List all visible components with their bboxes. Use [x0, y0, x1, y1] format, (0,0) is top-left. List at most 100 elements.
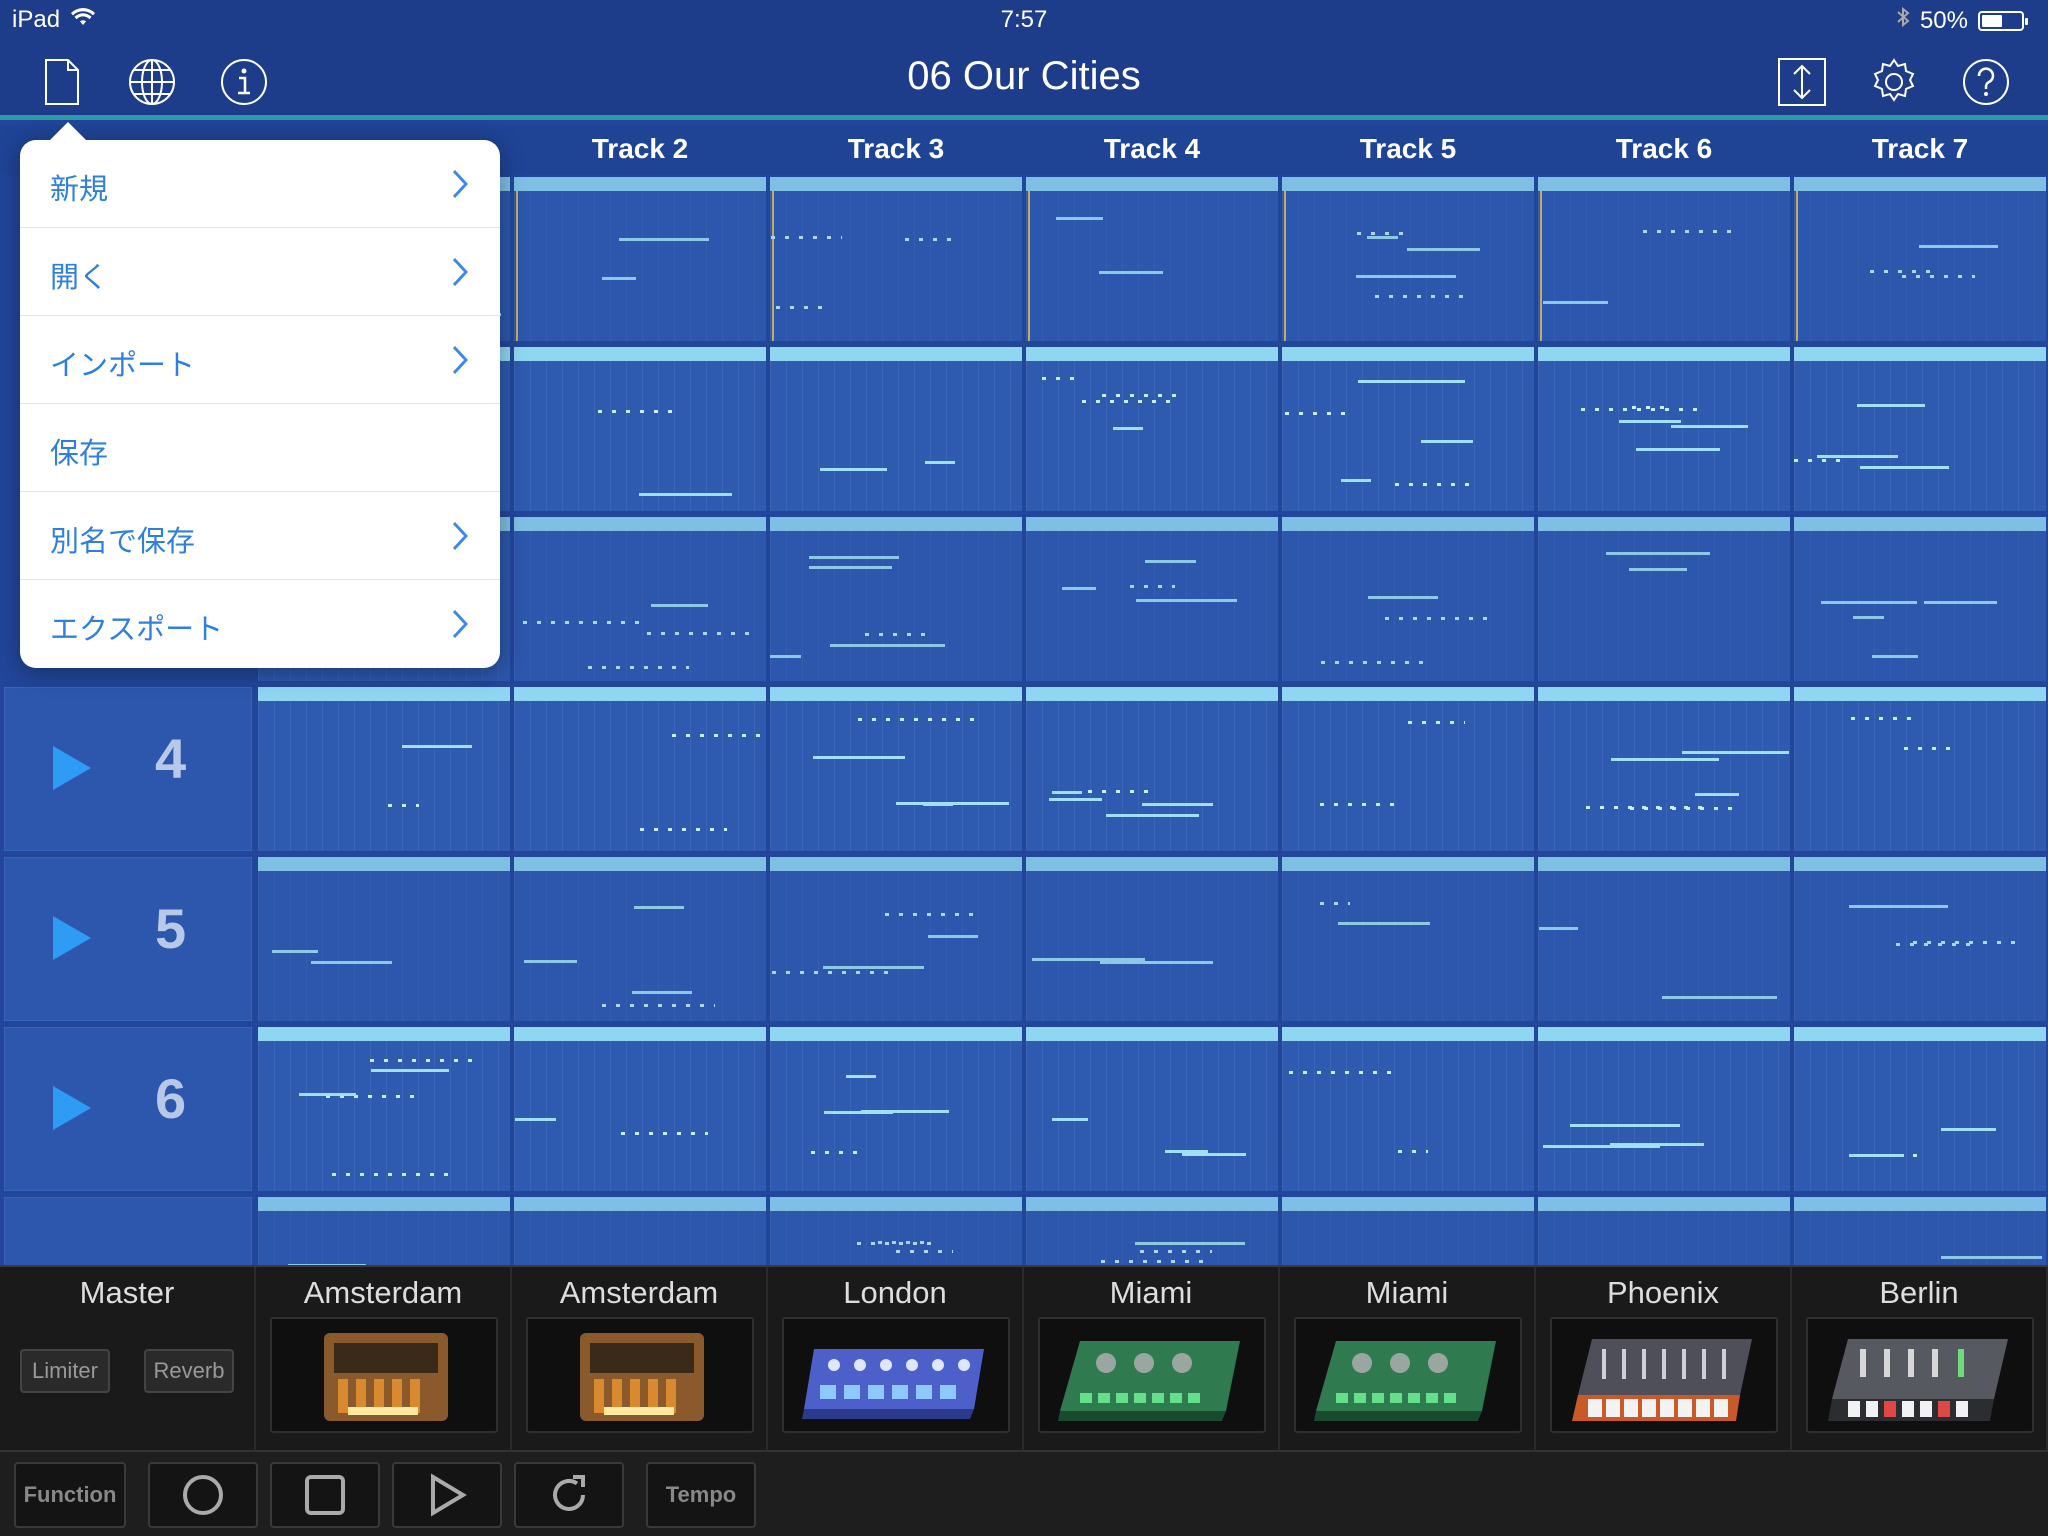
- note: [1821, 601, 1917, 604]
- note: [1145, 560, 1196, 563]
- limiter-button[interactable]: Limiter: [20, 1349, 110, 1393]
- clip-cell[interactable]: [1282, 347, 1534, 511]
- track-header-5[interactable]: Track 5: [1280, 133, 1536, 165]
- note-sequence: [1130, 585, 1175, 588]
- menu-item-new[interactable]: 新規: [20, 140, 500, 228]
- gear-icon[interactable]: [1868, 56, 1920, 108]
- menu-item-export[interactable]: エクスポート: [20, 580, 500, 668]
- instrument-channel[interactable]: Amsterdam: [512, 1267, 768, 1452]
- clip-cell[interactable]: [1538, 347, 1790, 511]
- instrument-name: London: [843, 1275, 947, 1310]
- instrument-channel[interactable]: Berlin: [1792, 1267, 2048, 1452]
- clip-cell[interactable]: [1538, 517, 1790, 681]
- clip-cell[interactable]: [1026, 347, 1278, 511]
- clip-grid-lines: [770, 361, 1022, 511]
- tempo-button[interactable]: Tempo: [646, 1462, 756, 1528]
- track-header-2[interactable]: Track 2: [512, 133, 768, 165]
- clip-cell[interactable]: [514, 177, 766, 341]
- clip-cell[interactable]: [1026, 177, 1278, 341]
- instrument-name: Miami: [1365, 1275, 1449, 1310]
- clip-cell[interactable]: [770, 347, 1022, 511]
- instrument-thumbnail[interactable]: [1550, 1317, 1778, 1433]
- clip-cell[interactable]: [1794, 347, 2046, 511]
- instrument-channel[interactable]: London: [768, 1267, 1024, 1452]
- clip-grid-lines: [514, 531, 766, 681]
- clip-cell[interactable]: [1282, 517, 1534, 681]
- chevron-right-icon: [452, 345, 469, 375]
- scene-row: 6: [0, 1025, 2048, 1193]
- scene-button[interactable]: 5: [4, 857, 252, 1021]
- instrument-thumbnail[interactable]: [1806, 1317, 2034, 1433]
- note: [1924, 601, 1997, 604]
- note: [1919, 245, 1998, 248]
- clip-header-bar: [1282, 177, 1534, 191]
- menu-item-import[interactable]: インポート: [20, 316, 500, 404]
- clip-header-bar: [1026, 177, 1278, 191]
- scene-button[interactable]: 4: [4, 687, 252, 851]
- instrument-thumbnail[interactable]: [526, 1317, 754, 1433]
- instrument-thumbnail[interactable]: [1038, 1317, 1266, 1433]
- clip-cell[interactable]: [1282, 177, 1534, 341]
- clip-cell[interactable]: [1026, 517, 1278, 681]
- note-sequence: [905, 238, 959, 241]
- menu-item-label: エクスポート: [50, 612, 224, 646]
- note: [639, 493, 732, 496]
- instrument-name: Amsterdam: [303, 1275, 463, 1310]
- clip-cell[interactable]: [770, 177, 1022, 341]
- play-button[interactable]: [392, 1462, 502, 1528]
- instrument-name: Berlin: [1879, 1275, 1959, 1310]
- clip-cell[interactable]: [770, 517, 1022, 681]
- menu-item-open[interactable]: 開く: [20, 228, 500, 316]
- menu-item-save[interactable]: 保存: [20, 404, 500, 492]
- instrument-thumbnail[interactable]: [270, 1317, 498, 1433]
- note-sequence: [865, 633, 931, 636]
- note: [1619, 420, 1681, 423]
- loop-button[interactable]: [514, 1462, 624, 1528]
- instrument-thumbnail[interactable]: [782, 1317, 1010, 1433]
- track-header-3[interactable]: Track 3: [768, 133, 1024, 165]
- menu-item-save-as[interactable]: 別名で保存: [20, 492, 500, 580]
- playhead-marker: [1540, 191, 1542, 341]
- instrument-channel[interactable]: Amsterdam: [256, 1267, 512, 1452]
- note-sequence: [776, 306, 823, 309]
- instrument-channel[interactable]: Miami: [1024, 1267, 1280, 1452]
- stop-button[interactable]: [270, 1462, 380, 1528]
- resize-vertical-icon[interactable]: [1776, 56, 1828, 108]
- track-header-4[interactable]: Track 4: [1024, 133, 1280, 165]
- instrument-channel[interactable]: Miami: [1280, 1267, 1536, 1452]
- master-channel: Master Limiter Reverb: [0, 1267, 256, 1452]
- note-sequence: [1395, 483, 1478, 486]
- instrument-channel[interactable]: Phoenix: [1536, 1267, 1792, 1452]
- clip-cell[interactable]: [514, 347, 766, 511]
- reverb-button[interactable]: Reverb: [144, 1349, 234, 1393]
- clip-grid-lines: [770, 531, 1022, 681]
- bluetooth-icon: [1896, 6, 1910, 35]
- track-header-7[interactable]: Track 7: [1792, 133, 2048, 165]
- note: [1356, 275, 1456, 278]
- record-button[interactable]: [148, 1462, 258, 1528]
- help-icon[interactable]: [1960, 56, 2012, 108]
- instrument-name: Amsterdam: [559, 1275, 719, 1310]
- clip-cell[interactable]: [1538, 177, 1790, 341]
- note: [1421, 440, 1473, 443]
- track-header-6[interactable]: Track 6: [1536, 133, 1792, 165]
- playhead-marker: [1284, 191, 1286, 341]
- instrument-thumbnail[interactable]: [1294, 1317, 1522, 1433]
- clip-cell[interactable]: [514, 517, 766, 681]
- app-window: iPad 7:57 50% 06 Our Cities Track 2 Trac…: [0, 0, 2048, 1536]
- status-bar: iPad 7:57 50%: [0, 0, 2048, 40]
- note: [1671, 425, 1748, 428]
- note: [619, 238, 709, 241]
- scene-button[interactable]: 6: [4, 1027, 252, 1191]
- clip-cell[interactable]: [1794, 517, 2046, 681]
- note: [1358, 380, 1465, 383]
- function-button[interactable]: Function: [14, 1462, 126, 1528]
- note-sequence: [1375, 295, 1466, 298]
- clip-cell[interactable]: [1794, 177, 2046, 341]
- clip-header-bar: [770, 347, 1022, 361]
- play-icon: [53, 1086, 91, 1130]
- scene-button[interactable]: [4, 1197, 252, 1265]
- note-sequence: [1102, 394, 1179, 397]
- battery-percentage: 50%: [1919, 6, 1968, 34]
- battery-icon: [1978, 10, 2028, 31]
